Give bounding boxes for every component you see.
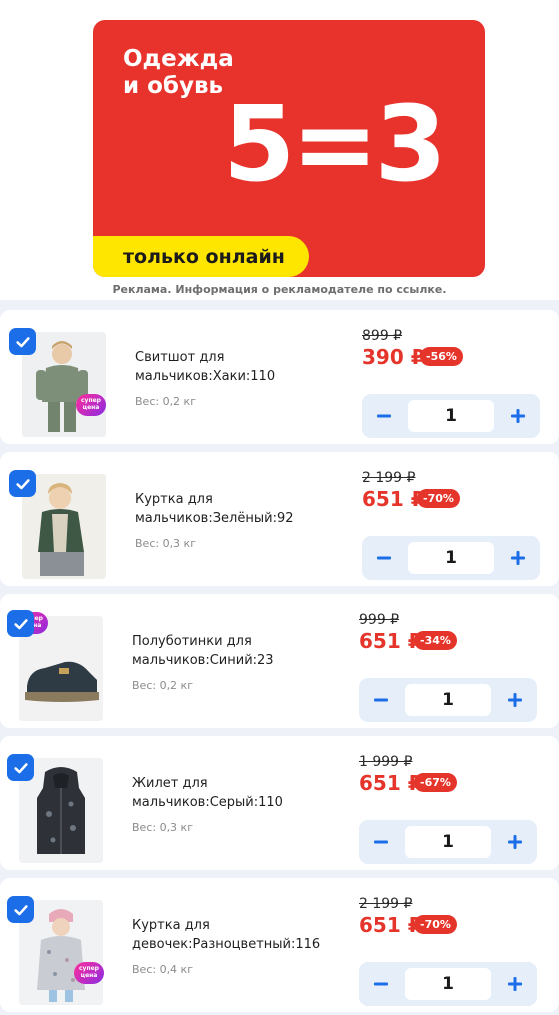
banner-strip-text: только онлайн bbox=[123, 246, 285, 268]
quantity-input[interactable]: 1 bbox=[405, 684, 491, 716]
new-price: 390 ₽ bbox=[362, 345, 425, 369]
cart-item: супер цена Куртка для девочек:Разноцветн… bbox=[0, 878, 559, 1012]
decrease-button[interactable] bbox=[359, 962, 403, 1006]
ad-disclaimer-link[interactable]: Реклама. Информация о рекламодателе по с… bbox=[0, 283, 559, 296]
checkmark-icon bbox=[15, 478, 30, 489]
increase-button[interactable] bbox=[493, 962, 537, 1006]
plus-icon bbox=[508, 977, 522, 991]
quantity-input[interactable]: 1 bbox=[408, 542, 494, 574]
item-checkbox[interactable] bbox=[7, 610, 34, 637]
old-price: 2 199 ₽ bbox=[362, 470, 416, 486]
quantity-stepper: 1 bbox=[359, 820, 537, 864]
new-price: 651 ₽ bbox=[359, 629, 422, 653]
promo-banner[interactable]: Одежда и обувь 5=3 только онлайн bbox=[93, 20, 485, 277]
cart-item: Куртка для мальчиков:Зелёный:92 Вес: 0,3… bbox=[0, 452, 559, 586]
discount-badge: -70% bbox=[414, 915, 457, 934]
new-price: 651 ₽ bbox=[359, 913, 422, 937]
product-weight: Вес: 0,3 кг bbox=[135, 537, 196, 550]
super-price-badge: супер цена bbox=[76, 394, 106, 416]
checkmark-icon bbox=[13, 618, 28, 629]
product-title[interactable]: Полуботинки для мальчиков:Синий:23 bbox=[132, 632, 332, 670]
old-price: 1 999 ₽ bbox=[359, 754, 413, 770]
minus-icon bbox=[374, 840, 388, 844]
plus-icon bbox=[508, 693, 522, 707]
cart-item: Жилет для мальчиков:Серый:110 Вес: 0,3 к… bbox=[0, 736, 559, 870]
banner-title-line2: и обувь bbox=[123, 73, 224, 99]
item-checkbox[interactable] bbox=[7, 754, 34, 781]
checkmark-icon bbox=[13, 762, 28, 773]
quantity-input[interactable]: 1 bbox=[408, 400, 494, 432]
increase-button[interactable] bbox=[496, 536, 540, 580]
ad-section: Одежда и обувь 5=3 только онлайн Реклама… bbox=[0, 0, 559, 300]
quantity-stepper: 1 bbox=[362, 394, 540, 438]
old-price: 999 ₽ bbox=[359, 612, 400, 628]
discount-badge: -34% bbox=[414, 631, 457, 650]
increase-button[interactable] bbox=[493, 678, 537, 722]
product-title[interactable]: Куртка для мальчиков:Зелёный:92 bbox=[135, 490, 335, 528]
product-weight: Вес: 0,2 кг bbox=[132, 679, 193, 692]
item-checkbox[interactable] bbox=[7, 896, 34, 923]
minus-icon bbox=[374, 698, 388, 702]
new-price: 651 ₽ bbox=[362, 487, 425, 511]
quantity-input[interactable]: 1 bbox=[405, 968, 491, 1000]
banner-title-line1: Одежда bbox=[123, 46, 234, 72]
minus-icon bbox=[377, 556, 391, 560]
banner-title: Одежда и обувь bbox=[123, 46, 234, 100]
quantity-stepper: 1 bbox=[362, 536, 540, 580]
new-price: 651 ₽ bbox=[359, 771, 422, 795]
increase-button[interactable] bbox=[496, 394, 540, 438]
plus-icon bbox=[511, 551, 525, 565]
decrease-button[interactable] bbox=[362, 394, 406, 438]
checkmark-icon bbox=[15, 336, 30, 347]
discount-badge: -70% bbox=[417, 489, 460, 508]
banner-promo-text: 5=3 bbox=[223, 83, 447, 205]
quantity-stepper: 1 bbox=[359, 962, 537, 1006]
plus-icon bbox=[511, 409, 525, 423]
cart-item: супер цена Полуботинки для мальчиков:Син… bbox=[0, 594, 559, 728]
checkmark-icon bbox=[13, 904, 28, 915]
super-price-badge: супер цена bbox=[74, 962, 104, 984]
quantity-input[interactable]: 1 bbox=[405, 826, 491, 858]
item-checkbox[interactable] bbox=[9, 328, 36, 355]
discount-badge: -67% bbox=[414, 773, 457, 792]
product-title[interactable]: Свитшот для мальчиков:Хаки:110 bbox=[135, 348, 335, 386]
banner-strip: только онлайн bbox=[93, 236, 309, 277]
plus-icon bbox=[508, 835, 522, 849]
cart-item: супер цена Свитшот для мальчиков:Хаки:11… bbox=[0, 310, 559, 444]
increase-button[interactable] bbox=[493, 820, 537, 864]
minus-icon bbox=[374, 982, 388, 986]
discount-badge: -56% bbox=[420, 347, 463, 366]
product-title[interactable]: Куртка для девочек:Разноцветный:116 bbox=[132, 916, 332, 954]
decrease-button[interactable] bbox=[359, 820, 403, 864]
product-title[interactable]: Жилет для мальчиков:Серый:110 bbox=[132, 774, 332, 812]
product-weight: Вес: 0,3 кг bbox=[132, 821, 193, 834]
product-weight: Вес: 0,4 кг bbox=[132, 963, 193, 976]
minus-icon bbox=[377, 414, 391, 418]
decrease-button[interactable] bbox=[362, 536, 406, 580]
decrease-button[interactable] bbox=[359, 678, 403, 722]
old-price: 899 ₽ bbox=[362, 328, 403, 344]
item-checkbox[interactable] bbox=[9, 470, 36, 497]
quantity-stepper: 1 bbox=[359, 678, 537, 722]
old-price: 2 199 ₽ bbox=[359, 896, 413, 912]
product-weight: Вес: 0,2 кг bbox=[135, 395, 196, 408]
